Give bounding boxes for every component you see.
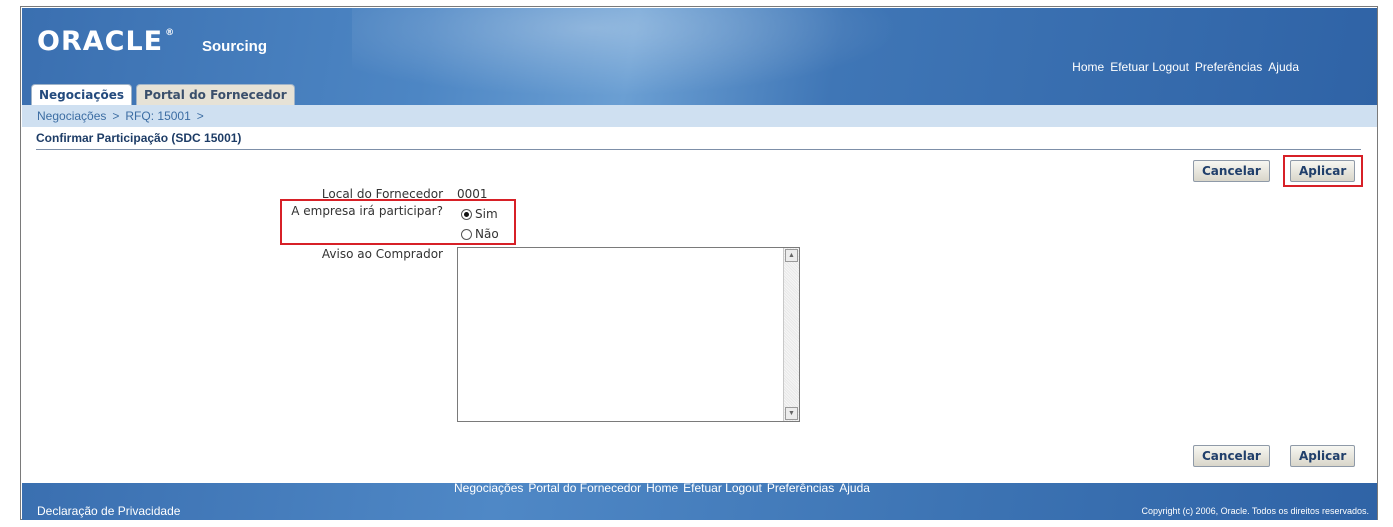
tab-bar: Negociações Portal do Fornecedor — [23, 84, 295, 106]
radio-option-nao[interactable]: Não — [461, 227, 499, 241]
breadcrumb-rfq[interactable]: RFQ: 15001 — [125, 109, 190, 123]
global-link-home[interactable]: Home — [1072, 60, 1104, 74]
notice-textarea[interactable]: ▲ ▼ — [457, 247, 800, 422]
copyright-text: Copyright (c) 2006, Oracle. Todos os dir… — [1141, 506, 1369, 516]
global-link-preferences[interactable]: Preferências — [1195, 60, 1262, 74]
radio-sim-button[interactable] — [461, 208, 472, 220]
breadcrumb: Negociações > RFQ: 15001 > — [37, 109, 204, 123]
apply-button-top[interactable]: Aplicar — [1290, 160, 1356, 182]
scroll-up-icon[interactable]: ▲ — [785, 249, 798, 262]
radio-sim-label: Sim — [475, 207, 498, 221]
title-divider — [36, 149, 1361, 150]
tab-portal-fornecedor[interactable]: Portal do Fornecedor — [135, 84, 295, 106]
footer-link-preferences[interactable]: Preferências — [767, 481, 834, 495]
global-link-help[interactable]: Ajuda — [1268, 60, 1299, 74]
footer-link-help[interactable]: Ajuda — [839, 481, 870, 495]
footer-link-portal[interactable]: Portal do Fornecedor — [528, 481, 641, 495]
footer-link-negociacoes[interactable]: Negociações — [454, 481, 523, 495]
breadcrumb-negociacoes[interactable]: Negociações — [37, 109, 106, 123]
radio-nao-label: Não — [475, 227, 499, 241]
footer-link-logout[interactable]: Efetuar Logout — [683, 481, 762, 495]
registered-mark: ® — [165, 28, 176, 38]
logo-text: ORACLE — [37, 26, 164, 57]
page-frame: ORACLE ® Sourcing Home Efetuar Logout Pre… — [20, 6, 1378, 520]
header-banner: ORACLE ® Sourcing Home Efetuar Logout Pre… — [22, 8, 1377, 108]
participate-label: A empresa irá participar? — [291, 204, 443, 218]
page-title: Confirmar Participação (SDC 15001) — [36, 131, 242, 145]
notice-label: Aviso ao Comprador — [321, 247, 443, 261]
breadcrumb-separator: > — [196, 109, 204, 123]
global-links: Home Efetuar Logout Preferências Ajuda — [1072, 60, 1299, 74]
tab-negociacoes[interactable]: Negociações — [31, 84, 132, 106]
cancel-button-top[interactable]: Cancelar — [1193, 160, 1270, 182]
footer-links: Negociações Portal do Fornecedor Home Ef… — [454, 481, 870, 495]
breadcrumb-separator: > — [112, 109, 120, 123]
scroll-down-icon[interactable]: ▼ — [785, 407, 798, 420]
privacy-link[interactable]: Declaração de Privacidade — [37, 504, 180, 518]
product-name: Sourcing — [202, 38, 268, 55]
textarea-scrollbar[interactable]: ▲ ▼ — [783, 248, 799, 421]
breadcrumb-bar: Negociações > RFQ: 15001 > — [22, 105, 1377, 127]
header-decoration — [352, 8, 952, 108]
global-link-logout[interactable]: Efetuar Logout — [1110, 60, 1189, 74]
footer-link-home[interactable]: Home — [646, 481, 678, 495]
radio-option-sim[interactable]: Sim — [461, 207, 498, 221]
radio-nao-button[interactable] — [461, 228, 472, 240]
oracle-logo: ORACLE ® — [37, 26, 175, 57]
footer: Negociações Portal do Fornecedor Home Ef… — [22, 454, 1377, 520]
